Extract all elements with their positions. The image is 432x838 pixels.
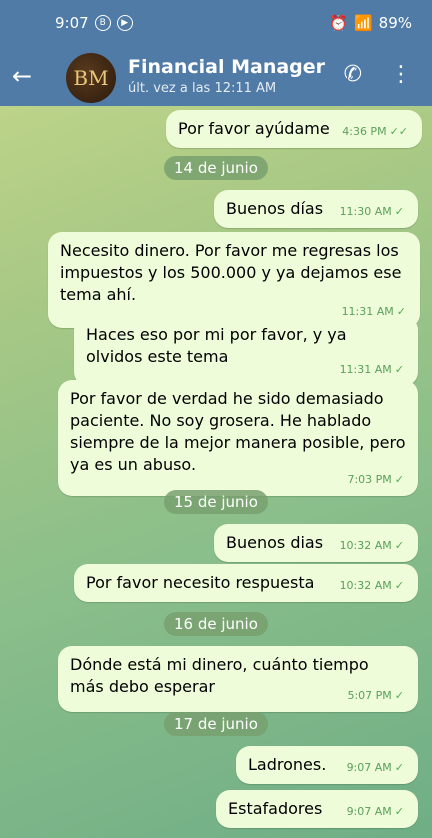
last-seen: últ. vez a las 12:11 AM <box>128 81 277 96</box>
date-divider: 17 de junio <box>164 712 268 736</box>
date-divider: 14 de junio <box>164 156 268 180</box>
message-bubble[interactable]: Por favor ayúdame 4:36 PM ✓✓ <box>166 110 422 148</box>
message-text: Por favor de verdad he sido demasiado pa… <box>70 389 406 474</box>
message-bubble[interactable]: Haces eso por mi por favor, y ya olvidos… <box>74 316 418 386</box>
message-text: Necesito dinero. Por favor me regresas l… <box>60 241 402 304</box>
message-bubble[interactable]: Ladrones. 9:07 AM ✓ <box>236 746 418 784</box>
status-right: ⏰ 📶 89% <box>329 14 412 32</box>
message-time: 10:32 AM ✓ <box>339 539 404 552</box>
message-bubble[interactable]: Buenos días 11:30 AM ✓ <box>214 190 418 228</box>
status-bar: 9:07 B ▶ ⏰ 📶 89% <box>0 0 432 48</box>
back-arrow-icon[interactable]: ← <box>12 62 32 90</box>
message-bubble[interactable]: Necesito dinero. Por favor me regresas l… <box>48 232 420 328</box>
message-bubble[interactable]: Buenos dias 10:32 AM ✓ <box>214 524 418 562</box>
date-divider: 15 de junio <box>164 490 268 514</box>
message-text: Ladrones. <box>248 755 327 774</box>
message-text: Dónde está mi dinero, cuánto tiempo más … <box>70 655 369 696</box>
play-icon: ▶ <box>116 15 133 31</box>
message-list[interactable]: Por favor ayúdame 4:36 PM ✓✓ 14 de junio … <box>0 106 432 838</box>
message-time: 5:07 PM ✓ <box>347 689 404 702</box>
message-bubble[interactable]: Por favor de verdad he sido demasiado pa… <box>58 380 418 496</box>
app-bar: ← BM Financial Manager (C últ. vez a las… <box>0 48 432 106</box>
more-menu-icon[interactable]: ⋮ <box>390 62 412 87</box>
notification-b-icon: B <box>94 15 111 31</box>
phone-icon[interactable]: ✆ <box>344 62 362 87</box>
message-time: 4:36 PM ✓✓ <box>342 125 408 138</box>
message-text: Buenos días <box>226 199 324 218</box>
message-time: 11:31 AM ✓ <box>339 363 404 376</box>
alarm-icon: ⏰ <box>329 14 348 32</box>
wifi-icon: 📶 <box>353 14 373 32</box>
message-bubble[interactable]: Estafadores 9:07 AM ✓ <box>216 790 418 828</box>
message-time: 7:03 PM ✓ <box>347 473 404 486</box>
avatar[interactable]: BM <box>66 53 116 103</box>
message-bubble[interactable]: Dónde está mi dinero, cuánto tiempo más … <box>58 646 418 712</box>
message-bubble[interactable]: Por favor necesito respuesta 10:32 AM ✓ <box>74 564 418 602</box>
message-text: Estafadores <box>228 799 323 818</box>
battery-level: 89% <box>378 14 412 32</box>
status-left: 9:07 B ▶ <box>55 14 133 32</box>
message-text: Por favor necesito respuesta <box>86 573 315 592</box>
chat-title[interactable]: Financial Manager (C <box>128 56 328 78</box>
message-time: 11:30 AM ✓ <box>339 205 404 218</box>
message-time: 9:07 AM ✓ <box>346 761 404 774</box>
message-text: Por favor ayúdame <box>178 119 330 138</box>
message-time: 10:32 AM ✓ <box>339 579 404 592</box>
status-time: 9:07 <box>55 14 89 32</box>
message-time: 9:07 AM ✓ <box>346 805 404 818</box>
date-divider: 16 de junio <box>164 612 268 636</box>
message-text: Haces eso por mi por favor, y ya olvidos… <box>86 325 347 366</box>
message-text: Buenos dias <box>226 533 324 552</box>
